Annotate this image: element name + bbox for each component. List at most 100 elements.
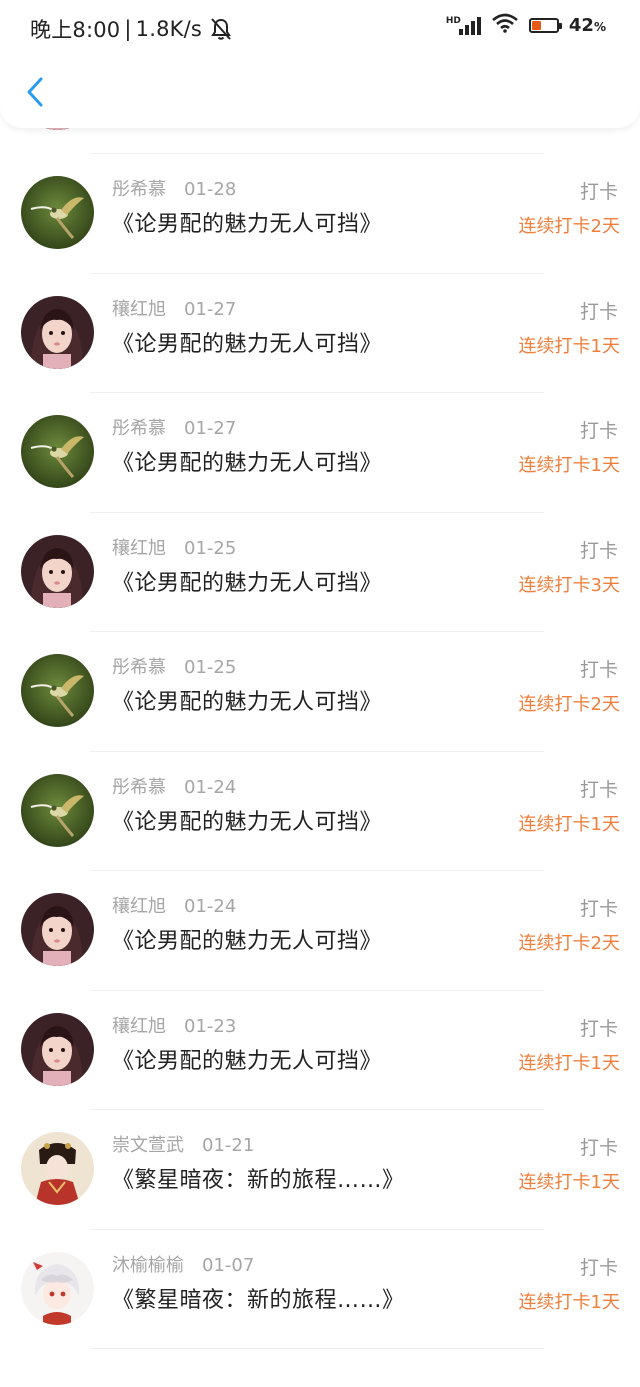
book-title[interactable]: 《论男配的魅力无人可挡》 xyxy=(112,326,382,358)
checkin-label: 打卡 xyxy=(579,181,618,203)
list-item[interactable]: 穰红旭 01-25 《论男配的魅力无人可挡》 打卡连续打卡3天 xyxy=(0,513,640,632)
status-separator: | xyxy=(124,17,132,41)
chevron-left-icon xyxy=(27,77,43,107)
status-net-speed: 1.8K/s xyxy=(135,17,203,41)
user-name[interactable]: 彤希慕 xyxy=(112,777,166,798)
record-date: 01-24 xyxy=(184,896,237,917)
avatar[interactable] xyxy=(21,176,94,249)
streak-badge: 连续打卡1天 xyxy=(518,1172,620,1193)
record-meta: 彤希慕 01-27 xyxy=(112,414,236,440)
avatar[interactable] xyxy=(21,534,94,608)
battery-level xyxy=(531,21,541,30)
streak-badge: 连续打卡1天 xyxy=(518,335,620,357)
record-date: 01-25 xyxy=(184,657,237,678)
list-item[interactable]: 穰红旭 01-27 《论男配的魅力无人可挡》 打卡连续打卡1天 xyxy=(0,274,640,393)
status-bar: 晚上8:00 | 1.8K/s HD 42% xyxy=(0,0,640,56)
streak-badge: 连续打卡1天 xyxy=(518,1291,620,1313)
list-item[interactable]: 沐榆榆榆 01-07 《繁星暗夜：新的旅程……》 打卡连续打卡1天 xyxy=(0,1230,640,1349)
user-name[interactable]: 沐榆榆榆 xyxy=(112,1255,184,1276)
record-date: 01-27 xyxy=(184,298,237,320)
checkin-label: 打卡 xyxy=(579,778,618,801)
book-title[interactable]: 《繁星暗夜：新的旅程……》 xyxy=(112,1162,405,1194)
divider xyxy=(90,1348,544,1349)
user-name[interactable]: 彤希慕 xyxy=(112,418,166,439)
list-item[interactable]: 穰红旭 01-24 《论男配的魅力无人可挡》 打卡连续打卡2天 xyxy=(0,871,640,991)
book-title[interactable]: 《论男配的魅力无人可挡》 xyxy=(112,923,382,955)
checkin-label: 打卡 xyxy=(579,1137,618,1159)
book-title[interactable]: 《论男配的魅力无人可挡》 xyxy=(112,804,382,836)
checkin-label: 打卡 xyxy=(579,898,618,920)
battery-icon xyxy=(528,18,562,33)
streak-badge: 连续打卡2天 xyxy=(518,933,620,954)
hd-badge: HD xyxy=(445,15,461,26)
streak-badge: 连续打卡3天 xyxy=(518,574,620,596)
user-name[interactable]: 崇文萱武 xyxy=(112,1135,184,1156)
streak-badge: 连续打卡1天 xyxy=(518,813,620,835)
avatar[interactable] xyxy=(21,893,94,966)
streak-badge: 连续打卡1天 xyxy=(518,455,620,476)
book-title[interactable]: 《论男配的魅力无人可挡》 xyxy=(112,684,382,716)
user-name[interactable]: 穰红旭 xyxy=(112,896,166,917)
nav-bar xyxy=(0,56,640,128)
status-left: 晚上8:00 | 1.8K/s xyxy=(30,14,232,44)
streak-badge: 连续打卡1天 xyxy=(518,1052,620,1074)
list-item[interactable]: 彤希慕 01-28 《论男配的魅力无人可挡》 打卡连续打卡2天 xyxy=(0,154,640,274)
mute-bell-icon xyxy=(210,17,232,41)
record-meta: 彤希慕 01-24 xyxy=(112,773,236,799)
list-item[interactable]: 崇文萱武 01-21 《繁星暗夜：新的旅程……》 打卡连续打卡1天 xyxy=(0,1110,640,1230)
avatar[interactable] xyxy=(21,1132,94,1205)
user-name[interactable]: 穰红旭 xyxy=(112,538,166,559)
battery-percent-value: 42 xyxy=(568,15,594,36)
signal-icon: HD xyxy=(445,15,481,35)
user-name[interactable]: 彤希慕 xyxy=(112,657,166,678)
user-name[interactable]: 穰红旭 xyxy=(112,1016,166,1037)
checkin-label: 打卡 xyxy=(579,300,618,323)
checkin-label: 打卡 xyxy=(579,420,618,442)
record-meta: 彤希慕 01-25 xyxy=(112,653,236,679)
battery-percent-unit: % xyxy=(593,20,606,34)
checkin-label: 打卡 xyxy=(579,659,618,681)
record-meta: 彤希慕 01-28 xyxy=(112,175,236,201)
avatar[interactable] xyxy=(21,654,94,727)
wifi-icon xyxy=(491,13,519,38)
avatar[interactable] xyxy=(21,1251,94,1325)
user-name[interactable]: 彤希慕 xyxy=(112,179,166,200)
avatar[interactable] xyxy=(21,773,94,847)
book-title[interactable]: 《论男配的魅力无人可挡》 xyxy=(112,206,382,238)
user-name[interactable]: 穰红旭 xyxy=(112,299,166,320)
avatar[interactable] xyxy=(21,295,94,369)
record-date: 01-24 xyxy=(184,776,237,798)
back-button[interactable] xyxy=(20,72,50,112)
streak-badge: 连续打卡2天 xyxy=(518,694,620,715)
record-meta: 穰红旭 01-27 xyxy=(112,295,236,321)
record-date: 01-23 xyxy=(184,1015,237,1037)
record-meta: 沐榆榆榆 01-07 xyxy=(112,1251,254,1277)
list-item[interactable]: 彤希慕 01-24 《论男配的魅力无人可挡》 打卡连续打卡1天 xyxy=(0,752,640,871)
book-title[interactable]: 《论男配的魅力无人可挡》 xyxy=(112,1043,382,1075)
checkin-label: 打卡 xyxy=(579,1017,618,1040)
checkin-record-list: 《论男配的魅力无人可挡》连续打卡1天彤希慕01-28《论男配的魅力无人可挡》打卡… xyxy=(0,56,640,1349)
book-title[interactable]: 《论男配的魅力无人可挡》 xyxy=(112,565,382,597)
streak-badge: 连续打卡2天 xyxy=(518,216,620,237)
record-meta: 穰红旭 01-25 xyxy=(112,534,236,560)
record-date: 01-07 xyxy=(202,1254,255,1276)
record-date: 01-28 xyxy=(184,179,237,200)
checkin-label: 打卡 xyxy=(579,1256,618,1279)
status-time: 晚上8:00 xyxy=(30,18,121,42)
avatar[interactable] xyxy=(21,1012,94,1086)
record-date: 01-25 xyxy=(184,537,237,559)
book-title[interactable]: 《繁星暗夜：新的旅程……》 xyxy=(112,1282,405,1314)
battery-percent: 42% xyxy=(569,15,606,36)
avatar[interactable] xyxy=(21,415,94,488)
checkin-label: 打卡 xyxy=(579,539,618,562)
list-item[interactable]: 彤希慕 01-27 《论男配的魅力无人可挡》 打卡连续打卡1天 xyxy=(0,393,640,513)
list-item[interactable]: 彤希慕 01-25 《论男配的魅力无人可挡》 打卡连续打卡2天 xyxy=(0,632,640,752)
record-meta: 穰红旭 01-23 xyxy=(112,1012,236,1038)
record-date: 01-21 xyxy=(202,1135,255,1156)
list-item[interactable]: 穰红旭 01-23 《论男配的魅力无人可挡》 打卡连续打卡1天 xyxy=(0,991,640,1110)
record-date: 01-27 xyxy=(184,418,237,439)
record-meta: 穰红旭 01-24 xyxy=(112,892,236,918)
status-right: HD 42% xyxy=(446,13,606,38)
book-title[interactable]: 《论男配的魅力无人可挡》 xyxy=(112,445,382,477)
record-meta: 崇文萱武 01-21 xyxy=(112,1131,254,1157)
